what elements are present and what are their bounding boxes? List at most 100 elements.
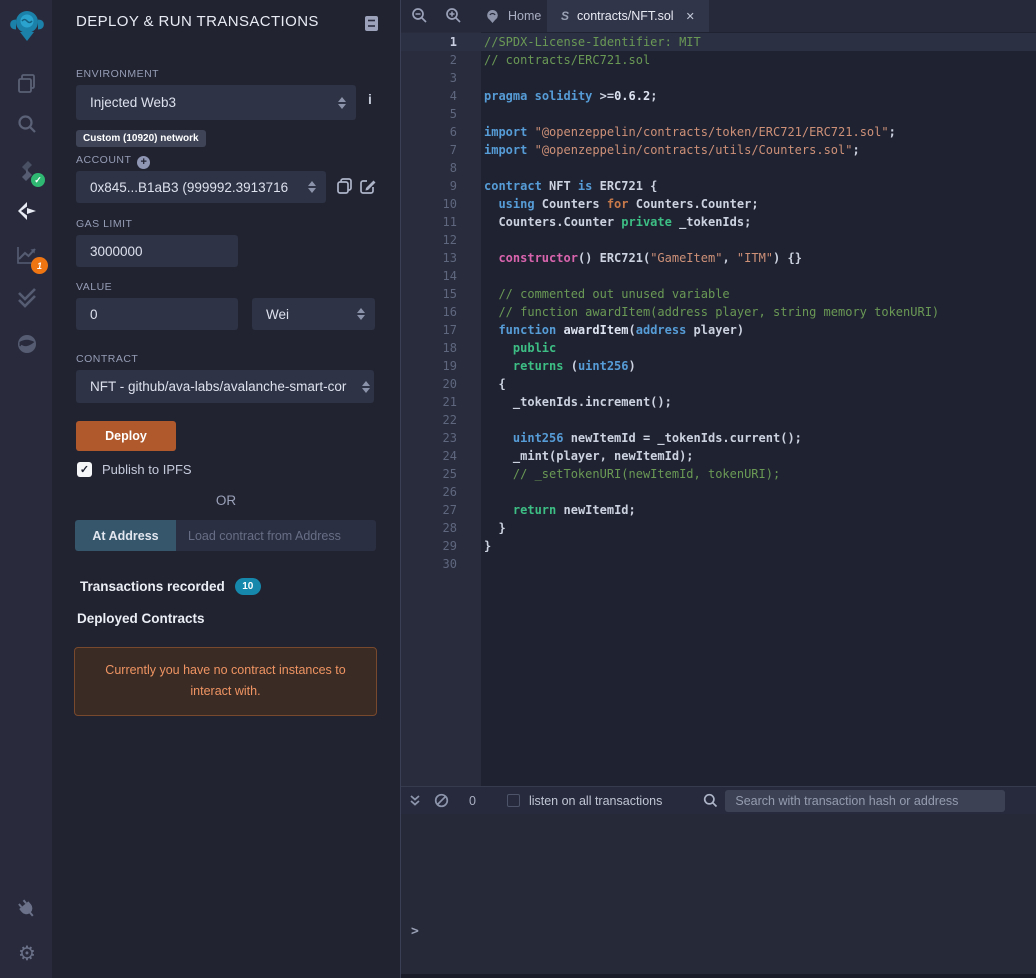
code-line-7[interactable]: 7 import "@openzeppelin/contracts/utils/C… bbox=[401, 141, 1036, 159]
chevron-updown-icon bbox=[338, 96, 346, 109]
terminal-prompt[interactable]: > bbox=[411, 924, 419, 939]
environment-info-icon[interactable]: i bbox=[368, 91, 372, 107]
environment-value: Injected Web3 bbox=[90, 95, 177, 110]
code-line-14[interactable]: 14 bbox=[401, 267, 1036, 285]
code-line-10[interactable]: 10 using Counters for Counters.Counter; bbox=[401, 195, 1036, 213]
line-text: { bbox=[484, 377, 506, 391]
file-explorer-icon[interactable] bbox=[14, 70, 40, 96]
code-line-3[interactable]: 3 bbox=[401, 69, 1036, 87]
line-number: 11 bbox=[442, 215, 457, 229]
value-input[interactable] bbox=[76, 298, 238, 330]
deployed-contracts-label: Deployed Contracts bbox=[77, 611, 205, 626]
pending-tx-count: 0 bbox=[469, 793, 476, 808]
code-line-20[interactable]: 20 { bbox=[401, 375, 1036, 393]
code-line-1[interactable]: 1 //SPDX-License-Identifier: MIT bbox=[401, 33, 1036, 51]
publish-ipfs-checkbox[interactable]: ✓ bbox=[77, 462, 92, 477]
vertical-icon-panel: ✓ 1 ⚙ bbox=[0, 0, 52, 978]
line-number: 24 bbox=[442, 449, 457, 463]
sourcify-plugin-icon[interactable] bbox=[14, 331, 40, 357]
code-line-5[interactable]: 5 bbox=[401, 105, 1036, 123]
code-line-8[interactable]: 8 bbox=[401, 159, 1036, 177]
listen-transactions-checkbox[interactable] bbox=[506, 794, 520, 807]
line-text: function awardItem(address player) bbox=[498, 323, 745, 337]
unit-testing-icon[interactable] bbox=[14, 285, 40, 311]
deploy-run-icon[interactable] bbox=[14, 198, 40, 224]
account-select[interactable]: 0x845...B1aB3 (999992.3913716 bbox=[76, 171, 326, 203]
copy-account-icon[interactable] bbox=[337, 178, 352, 194]
code-line-18[interactable]: 18 public bbox=[401, 339, 1036, 357]
code-line-2[interactable]: 2 // contracts/ERC721.sol bbox=[401, 51, 1036, 69]
code-line-21[interactable]: 21 _tokenIds.increment(); bbox=[401, 393, 1036, 411]
line-number: 5 bbox=[449, 107, 457, 121]
line-text: using Counters for Counters.Counter; bbox=[498, 197, 759, 211]
add-account-icon[interactable]: + bbox=[137, 155, 151, 169]
value-label: VALUE bbox=[76, 281, 113, 293]
terminal-search-input[interactable] bbox=[725, 789, 1006, 812]
line-text: // function awardItem(address player, st… bbox=[484, 305, 940, 319]
code-line-15[interactable]: 15 // commented out unused variable bbox=[401, 285, 1036, 303]
edit-account-icon[interactable] bbox=[360, 178, 376, 194]
at-address-button[interactable]: At Address bbox=[75, 520, 176, 551]
expand-terminal-icon[interactable] bbox=[409, 794, 421, 807]
zoom-in-icon[interactable] bbox=[445, 7, 463, 25]
line-number: 22 bbox=[442, 413, 457, 427]
plugin-chart-icon[interactable]: 1 bbox=[14, 242, 48, 274]
documentation-icon[interactable] bbox=[364, 15, 379, 32]
solidity-compiler-icon[interactable]: ✓ bbox=[14, 158, 45, 187]
zoom-out-icon[interactable] bbox=[411, 7, 429, 25]
line-text: // contracts/ERC721.sol bbox=[484, 53, 651, 67]
network-badge: Custom (10920) network bbox=[76, 130, 206, 147]
settings-gear-icon[interactable]: ⚙ bbox=[14, 940, 40, 966]
code-line-27[interactable]: 27 return newItemId; bbox=[401, 501, 1036, 519]
code-line-9[interactable]: 9 contract NFT is ERC721 { bbox=[401, 177, 1036, 195]
gas-limit-label: GAS LIMIT bbox=[76, 218, 133, 230]
code-line-26[interactable]: 26 bbox=[401, 483, 1036, 501]
search-icon[interactable] bbox=[14, 111, 40, 137]
line-text: Counters.Counter private _tokenIds; bbox=[484, 215, 752, 229]
value-unit-select[interactable]: Wei bbox=[252, 298, 375, 330]
chevron-updown-icon bbox=[362, 380, 370, 393]
code-line-19[interactable]: 19 returns (uint256) bbox=[401, 357, 1036, 375]
line-number: 20 bbox=[442, 377, 457, 391]
at-address-input[interactable] bbox=[176, 520, 376, 551]
code-line-6[interactable]: 6 import "@openzeppelin/contracts/token/E… bbox=[401, 123, 1036, 141]
code-line-28[interactable]: 28 } bbox=[401, 519, 1036, 537]
line-number: 13 bbox=[442, 251, 457, 265]
remix-logo-icon[interactable] bbox=[8, 6, 46, 46]
gas-limit-input[interactable] bbox=[76, 235, 238, 267]
no-instances-alert: Currently you have no contract instances… bbox=[74, 647, 377, 716]
code-line-29[interactable]: 29} bbox=[401, 537, 1036, 555]
plugin-manager-icon[interactable] bbox=[14, 896, 40, 922]
code-line-24[interactable]: 24 _mint(player, newItemId); bbox=[401, 447, 1036, 465]
tab-home[interactable]: Home bbox=[471, 0, 555, 32]
code-line-30[interactable]: 30 bbox=[401, 555, 1036, 573]
editor-region: Home S contracts/NFT.sol ✕ 1 //SPDX-Licen… bbox=[400, 0, 1036, 978]
clear-console-icon[interactable] bbox=[434, 793, 449, 808]
line-number: 25 bbox=[442, 467, 457, 481]
line-number: 8 bbox=[449, 161, 457, 175]
code-line-12[interactable]: 12 bbox=[401, 231, 1036, 249]
deploy-button[interactable]: Deploy bbox=[76, 421, 176, 451]
code-lines: 1 //SPDX-License-Identifier: MIT 2 // contr… bbox=[401, 33, 1036, 573]
line-number: 12 bbox=[442, 233, 457, 247]
code-line-23[interactable]: 23 uint256 newItemId = _tokenIds.current… bbox=[401, 429, 1036, 447]
code-line-11[interactable]: 11 Counters.Counter private _tokenIds; bbox=[401, 213, 1036, 231]
code-line-25[interactable]: 25 // _setTokenURI(newItemId, tokenURI); bbox=[401, 465, 1036, 483]
remix-logo bbox=[10, 11, 44, 41]
line-number: 16 bbox=[442, 305, 457, 319]
code-line-17[interactable]: 17 function awardItem(address player) bbox=[401, 321, 1036, 339]
code-line-13[interactable]: 13 constructor() ERC721("GameItem", "ITM… bbox=[401, 249, 1036, 267]
line-text: uint256 newItemId = _tokenIds.current(); bbox=[512, 431, 802, 445]
transactions-recorded-row[interactable]: Transactions recorded 10 bbox=[80, 578, 261, 595]
code-line-4[interactable]: 4 pragma solidity >=0.6.2; bbox=[401, 87, 1036, 105]
line-number: 2 bbox=[449, 53, 457, 67]
code-editor[interactable]: 1 //SPDX-License-Identifier: MIT 2 // contr… bbox=[401, 32, 1036, 786]
close-tab-icon[interactable]: ✕ bbox=[686, 10, 695, 23]
terminal-toolbar: 0 listen on all transactions bbox=[401, 786, 1036, 814]
code-line-16[interactable]: 16 // function awardItem(address player,… bbox=[401, 303, 1036, 321]
code-line-22[interactable]: 22 bbox=[401, 411, 1036, 429]
terminal: 0 listen on all transactions > bbox=[401, 786, 1036, 978]
tab-nft-sol[interactable]: S contracts/NFT.sol ✕ bbox=[547, 0, 709, 32]
contract-select[interactable]: NFT - github/ava-labs/avalanche-smart-co… bbox=[76, 370, 374, 403]
environment-select[interactable]: Injected Web3 bbox=[76, 85, 356, 120]
